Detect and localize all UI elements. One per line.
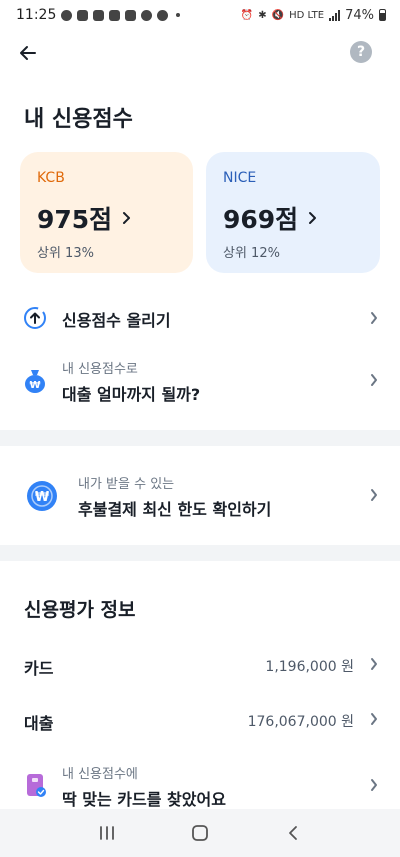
help-button[interactable]: ? bbox=[350, 41, 372, 63]
kcb-score: 975점 bbox=[37, 200, 176, 236]
page-title: 내 신용점수 bbox=[24, 107, 133, 132]
signal-icon bbox=[329, 9, 341, 21]
nav-back-icon bbox=[289, 826, 298, 840]
chevron-right-icon bbox=[371, 713, 377, 725]
battery-icon bbox=[379, 9, 386, 21]
android-notification-icon bbox=[141, 9, 153, 21]
kcb-rank: 상위 13% bbox=[37, 246, 94, 261]
svg-text:₩: ₩ bbox=[35, 490, 50, 505]
card-promo-subtitle: 내 신용점수에 bbox=[62, 767, 138, 782]
network-label: HD LTE bbox=[289, 9, 325, 21]
raise-score-label: 신용점수 올리기 bbox=[62, 311, 171, 330]
arrow-up-circle-icon bbox=[24, 307, 46, 329]
telegram-notification-icon bbox=[77, 9, 89, 21]
loan-info-value: 176,067,000 원 bbox=[247, 714, 354, 730]
section-divider bbox=[0, 430, 400, 446]
back-button[interactable] bbox=[14, 39, 42, 67]
card-promo-title: 딱 맞는 카드를 찾았어요 bbox=[62, 790, 226, 809]
mute-icon: 🔇 bbox=[271, 9, 285, 21]
bluetooth-icon: ✱ bbox=[258, 9, 267, 21]
kcb-score-card[interactable]: KCB 975점 상위 13% bbox=[20, 152, 193, 273]
top-app-bar: ? bbox=[0, 30, 400, 76]
bnpl-limit-row[interactable]: ₩ 내가 받을 수 있는 후불결제 최신 한도 확인하기 bbox=[0, 470, 400, 520]
bnpl-title: 후불결제 최신 한도 확인하기 bbox=[78, 500, 272, 519]
card-info-label: 카드 bbox=[24, 659, 54, 678]
nice-rank: 상위 12% bbox=[223, 246, 280, 261]
raise-score-row[interactable]: 신용점수 올리기 bbox=[0, 303, 400, 333]
more-notifications-icon bbox=[176, 13, 181, 17]
recent-apps-icon bbox=[99, 826, 114, 840]
card-info-value: 1,196,000 원 bbox=[265, 659, 354, 675]
nice-score: 969점 bbox=[223, 200, 363, 236]
app-notification-icon bbox=[93, 9, 105, 21]
loan-info-label: 대출 bbox=[24, 714, 54, 733]
home-button[interactable] bbox=[180, 813, 220, 853]
pill-notification-icon bbox=[157, 9, 169, 21]
section-divider bbox=[0, 545, 400, 561]
book-notification-icon bbox=[109, 9, 121, 21]
status-time: 11:25 bbox=[16, 7, 57, 23]
won-coin-icon: ₩ bbox=[27, 481, 57, 511]
b-notification-icon bbox=[125, 9, 137, 21]
status-bar: 11:25 ⏰ ✱ 🔇 HD LTE 74% bbox=[0, 0, 400, 30]
nice-score-value: 969점 bbox=[223, 205, 299, 234]
kcb-score-value: 975점 bbox=[37, 205, 113, 234]
arrow-left-icon bbox=[20, 46, 36, 60]
credit-info-title: 신용평가 정보 bbox=[24, 599, 136, 621]
loan-limit-row[interactable]: ₩ 내 신용점수로 대출 얼마까지 될까? bbox=[0, 355, 400, 405]
chevron-right-icon bbox=[123, 212, 131, 224]
nice-label: NICE bbox=[223, 170, 257, 186]
card-recommend-row[interactable]: 내 신용점수에 딱 맞는 카드를 찾았어요 bbox=[0, 760, 400, 810]
kcb-label: KCB bbox=[37, 170, 65, 186]
chevron-right-icon bbox=[371, 312, 377, 324]
status-left: 11:25 bbox=[16, 7, 181, 23]
nice-score-card[interactable]: NICE 969점 상위 12% bbox=[206, 152, 380, 273]
chevron-right-icon bbox=[371, 779, 377, 791]
home-icon bbox=[192, 825, 208, 841]
recent-apps-button[interactable] bbox=[87, 813, 127, 853]
battery-label: 74% bbox=[345, 7, 374, 23]
loan-subtitle: 내 신용점수로 bbox=[62, 362, 138, 377]
status-right: ⏰ ✱ 🔇 HD LTE 74% bbox=[241, 8, 386, 23]
money-bag-icon: ₩ bbox=[25, 370, 45, 393]
bnpl-subtitle: 내가 받을 수 있는 bbox=[78, 477, 175, 492]
loan-info-row[interactable]: 대출 176,067,000 원 bbox=[0, 705, 400, 735]
alarm-icon: ⏰ bbox=[240, 9, 254, 21]
card-icon bbox=[27, 774, 46, 797]
system-navigation-bar bbox=[0, 809, 400, 857]
loan-title: 대출 얼마까지 될까? bbox=[62, 385, 201, 404]
svg-text:₩: ₩ bbox=[29, 380, 40, 391]
chevron-right-icon bbox=[371, 489, 377, 501]
talk-notification-icon bbox=[61, 9, 73, 21]
nav-back-button[interactable] bbox=[273, 813, 313, 853]
chevron-right-icon bbox=[371, 374, 377, 386]
chevron-right-icon bbox=[309, 212, 317, 224]
chevron-right-icon bbox=[371, 658, 377, 670]
card-info-row[interactable]: 카드 1,196,000 원 bbox=[0, 650, 400, 680]
